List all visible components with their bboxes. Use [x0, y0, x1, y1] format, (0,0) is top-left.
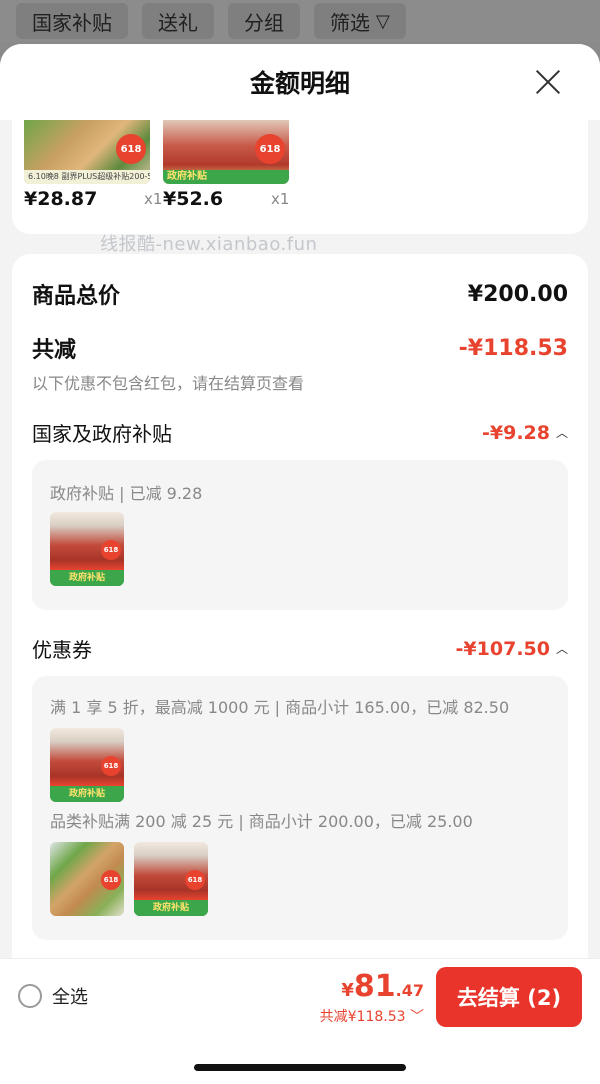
product-price: ¥52.6 — [163, 188, 224, 210]
gov-subsidy-label: 国家及政府补贴 — [32, 422, 172, 446]
reduce-value: -¥118.53 — [458, 335, 568, 361]
product-quantity: x1 — [271, 190, 290, 208]
reduce-row: 共减 -¥118.53 — [32, 332, 568, 364]
coupon-detail-line: 满 1 享 5 折，最高减 1000 元 | 商品小计 165.00，已减 82… — [50, 698, 510, 717]
thumbnail-tag: 政府补贴 — [50, 570, 124, 586]
thumbnail-tag: 政府补贴 — [134, 900, 208, 916]
coupon-value: -¥107.50 — [455, 637, 550, 660]
product-item[interactable]: 618 政府补贴 ¥52.6 x1 — [163, 120, 289, 210]
coupon-detail-line: 品类补贴满 200 减 25 元 | 商品小计 200.00，已减 25.00 — [50, 812, 473, 831]
coupon-label: 优惠券 — [32, 638, 92, 662]
filter-bar: 国家补贴 送礼 分组 筛选 ▽ — [0, 0, 600, 42]
total-row: 商品总价 ¥200.00 — [32, 278, 568, 310]
product-thumbnail: 618 — [50, 842, 124, 916]
filter-chip-label: 筛选 — [330, 10, 370, 35]
coupon-detail: 满 1 享 5 折，最高减 1000 元 | 商品小计 165.00，已减 82… — [32, 676, 568, 940]
filter-chip-label: 国家补贴 — [32, 10, 112, 35]
promo-badge: 618 — [116, 134, 146, 164]
chevron-down-icon: ﹀ — [410, 1009, 424, 1025]
sheet-header: 金额明细 — [0, 44, 600, 120]
product-item[interactable]: 618 6.10晚8 副界PLUS超级补贴200-50 ¥28.87 x1 — [24, 120, 162, 210]
total-price: ¥81.47 — [320, 969, 424, 1004]
gov-subsidy-value: -¥9.28 — [482, 421, 550, 444]
total-reduce-toggle[interactable]: 共减¥118.53 ﹀ — [320, 1006, 424, 1026]
select-all-label: 全选 — [52, 987, 88, 1008]
gov-subsidy-amount: -¥9.28 ︿ — [482, 422, 568, 444]
reduce-label: 共减 — [32, 338, 77, 363]
thumbnail-tag: 政府补贴 — [163, 170, 289, 184]
filter-chip-label: 分组 — [244, 10, 284, 35]
gov-subsidy-row[interactable]: 国家及政府补贴 -¥9.28 ︿ — [32, 418, 568, 447]
total-reduce-text: 共减¥118.53 — [319, 1009, 406, 1025]
promo-badge: 618 — [255, 134, 285, 164]
thumbnail-tag: 6.10晚8 副界PLUS超级补贴200-50 — [24, 170, 150, 184]
close-icon[interactable] — [534, 68, 562, 96]
product-thumbnail: 618 6.10晚8 副界PLUS超级补贴200-50 — [24, 120, 150, 184]
product-price: ¥28.87 — [24, 188, 98, 210]
funnel-icon: ▽ — [376, 10, 390, 32]
checkout-button[interactable]: 去结算 (2) — [436, 967, 582, 1027]
filter-chip-label: 送礼 — [158, 10, 198, 35]
gov-subsidy-detail-text: 政府补贴 | 已减 9.28 — [50, 484, 203, 503]
watermark: 线报酷-new.xianbao.fun — [100, 234, 318, 255]
amount-detail-sheet: 金额明细 618 6.10晚8 副界PLUS超级补贴200-50 ¥28.87 … — [0, 44, 600, 1084]
filter-chip-gift[interactable]: 送礼 — [142, 3, 214, 39]
radio-icon[interactable] — [18, 984, 42, 1008]
home-indicator — [194, 1064, 406, 1071]
filter-chip-filter[interactable]: 筛选 ▽ — [314, 3, 406, 39]
product-list: 618 6.10晚8 副界PLUS超级补贴200-50 ¥28.87 x1 61… — [12, 120, 588, 234]
coupon-row[interactable]: 优惠券 -¥107.50 ︿ — [32, 634, 568, 663]
total-summary: ¥81.47 共减¥118.53 ﹀ — [320, 969, 424, 1026]
price-decimal: .47 — [395, 981, 424, 1000]
total-label: 商品总价 — [32, 284, 121, 309]
amount-detail-card: 商品总价 ¥200.00 共减 -¥118.53 以下优惠不包含红包，请在结算页… — [12, 254, 588, 1014]
chevron-up-icon[interactable]: ︿ — [556, 424, 568, 441]
promo-badge: 618 — [185, 870, 205, 890]
product-thumbnail: 618 政府补贴 — [50, 512, 124, 586]
product-thumbnail: 618 政府补贴 — [134, 842, 208, 916]
filter-chip-national-subsidy[interactable]: 国家补贴 — [16, 3, 128, 39]
discount-note: 以下优惠不包含红包，请在结算页查看 — [32, 374, 305, 393]
chevron-up-icon[interactable]: ︿ — [556, 640, 568, 657]
total-value: ¥200.00 — [467, 281, 568, 307]
coupon-amount: -¥107.50 ︿ — [456, 638, 568, 660]
sheet-title: 金额明细 — [249, 69, 350, 98]
promo-badge: 618 — [101, 756, 121, 776]
price-integer: 81 — [353, 969, 396, 1004]
filter-chip-group[interactable]: 分组 — [228, 3, 300, 39]
promo-badge: 618 — [101, 540, 121, 560]
thumbnail-tag: 政府补贴 — [50, 786, 124, 802]
promo-badge: 618 — [101, 870, 121, 890]
product-thumbnail: 618 政府补贴 — [50, 728, 124, 802]
product-thumbnail: 618 政府补贴 — [163, 120, 289, 184]
price-currency: ¥ — [341, 980, 354, 1001]
gov-subsidy-detail: 政府补贴 | 已减 9.28 618 政府补贴 — [32, 460, 568, 610]
product-quantity: x1 — [144, 190, 163, 208]
select-all-toggle[interactable]: 全选 — [18, 983, 88, 1009]
